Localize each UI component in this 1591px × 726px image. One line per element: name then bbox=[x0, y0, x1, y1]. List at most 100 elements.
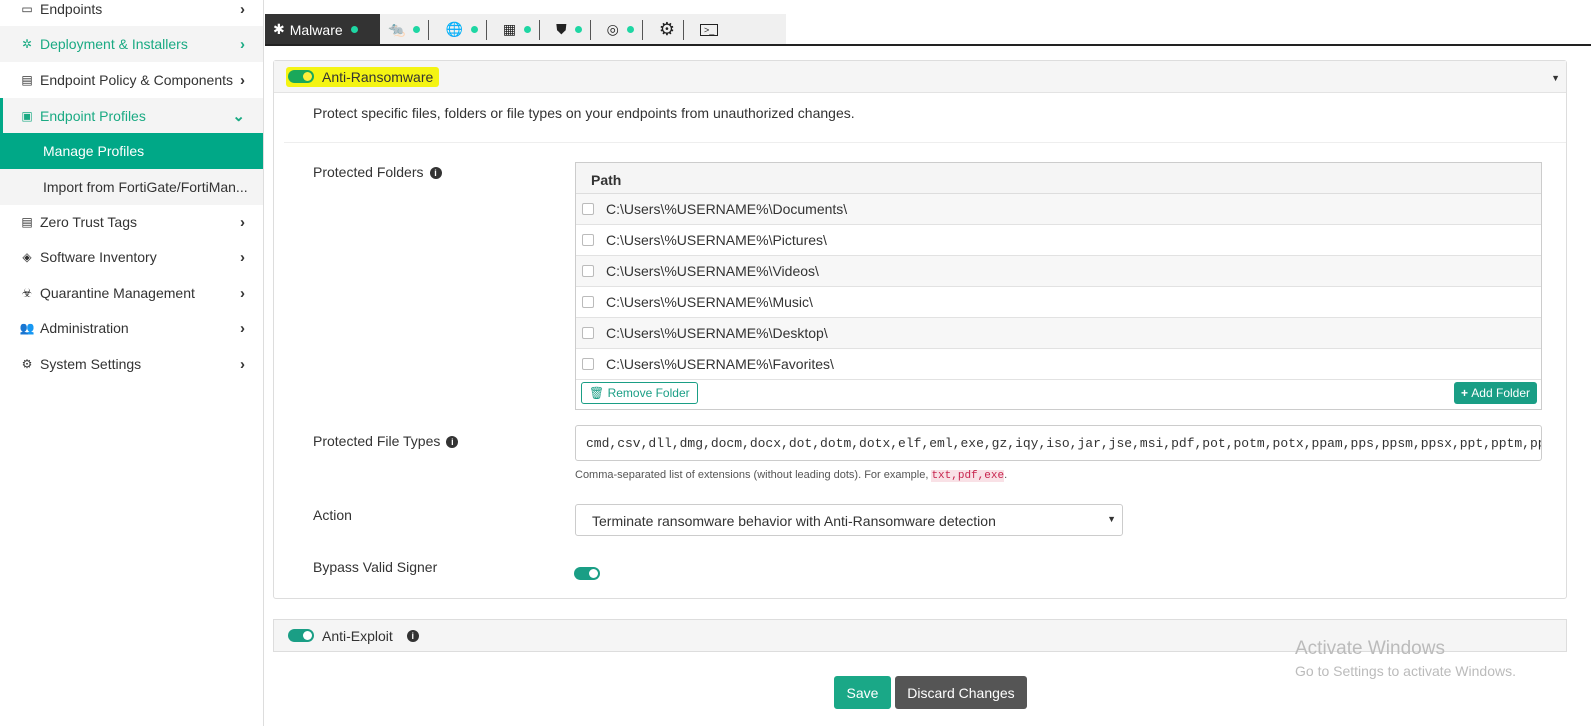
panel-title: Anti-Exploit bbox=[322, 627, 393, 644]
table-row[interactable]: C:\Users\%USERNAME%\Pictures\ bbox=[576, 225, 1541, 256]
discard-changes-button[interactable]: Discard Changes bbox=[895, 676, 1027, 709]
hint-text: Comma-separated list of extensions (with… bbox=[575, 469, 932, 481]
tab-malware[interactable]: ✱ Malware bbox=[265, 14, 380, 45]
panel-title: Anti-Ransomware bbox=[322, 68, 434, 85]
table-row[interactable]: C:\Users\%USERNAME%\Favorites\ bbox=[576, 349, 1541, 380]
chevron-right-icon: › bbox=[240, 213, 245, 231]
panel-description: Protect specific files, folders or file … bbox=[313, 105, 855, 121]
table-row[interactable]: C:\Users\%USERNAME%\Documents\ bbox=[576, 194, 1541, 225]
laptop-icon: ▭ bbox=[21, 2, 33, 16]
biohazard-icon: ☣ bbox=[21, 286, 33, 300]
anti-ransomware-toggle[interactable] bbox=[288, 70, 314, 83]
label: Endpoint Policy & Components bbox=[40, 72, 233, 88]
action-select[interactable]: Terminate ransomware behavior with Anti-… bbox=[575, 504, 1123, 536]
chevron-right-icon: › bbox=[240, 248, 245, 266]
bypass-valid-signer-toggle[interactable] bbox=[574, 567, 600, 580]
plus-icon: + bbox=[1460, 386, 1472, 400]
status-dot bbox=[413, 26, 421, 33]
label: Deployment & Installers bbox=[40, 36, 188, 52]
sidebar-item-policy[interactable]: ▤ Endpoint Policy & Components › bbox=[0, 62, 263, 98]
protected-folders-label: Protected Folders i bbox=[313, 164, 442, 180]
button-label: Remove Folder bbox=[607, 386, 690, 400]
sidebar: ▭ Endpoints › ✲ Deployment & Installers › ▤ E… bbox=[0, 0, 264, 726]
divider bbox=[428, 19, 430, 40]
tab-web-filter[interactable]: 🌐 bbox=[437, 14, 494, 45]
sidebar-item-import[interactable]: Import from FortiGate/FortiMan... bbox=[0, 169, 263, 205]
row-checkbox[interactable] bbox=[582, 296, 594, 308]
tab-vpn[interactable]: ⛊ bbox=[548, 14, 599, 45]
panel-header[interactable]: Anti-Ransomware ▼ bbox=[274, 61, 1566, 93]
anti-exploit-toggle[interactable] bbox=[288, 629, 314, 642]
tag-icon: ▤ bbox=[21, 215, 33, 229]
inventory-icon: ◈ bbox=[22, 250, 32, 264]
sidebar-item-endpoint-profiles[interactable]: ▣ Endpoint Profiles ⌄ bbox=[0, 98, 263, 134]
divider bbox=[589, 19, 591, 40]
chevron-right-icon: › bbox=[240, 71, 245, 89]
file-types-input[interactable]: cmd,csv,dll,dmg,docm,docx,dot,dotm,dotx,… bbox=[575, 425, 1542, 461]
row-checkbox[interactable] bbox=[582, 358, 594, 370]
selected-value: Terminate ransomware behavior with Anti-… bbox=[592, 513, 996, 529]
folder-path: C:\Users\%USERNAME%\Pictures\ bbox=[606, 232, 827, 248]
info-icon[interactable]: i bbox=[429, 167, 442, 179]
table-row[interactable]: C:\Users\%USERNAME%\Desktop\ bbox=[576, 318, 1541, 349]
profile-icon: ▣ bbox=[21, 109, 33, 123]
sidebar-item-quarantine[interactable]: ☣ Quarantine Management › bbox=[0, 275, 263, 311]
tab-underline bbox=[265, 44, 1591, 46]
row-checkbox[interactable] bbox=[582, 327, 594, 339]
chevron-down-icon: ⌄ bbox=[232, 108, 245, 125]
status-dot bbox=[350, 26, 358, 33]
label: Software Inventory bbox=[40, 249, 157, 265]
status-dot bbox=[574, 26, 582, 33]
column-header-path[interactable]: Path bbox=[576, 163, 1541, 194]
file-types-hint: Comma-separated list of extensions (with… bbox=[575, 469, 1007, 482]
sidebar-item-zero-trust-tags[interactable]: ▤ Zero Trust Tags › bbox=[0, 204, 263, 240]
divider bbox=[641, 19, 643, 40]
divider bbox=[539, 19, 541, 40]
sidebar-item-deployment[interactable]: ✲ Deployment & Installers › bbox=[0, 26, 263, 62]
tab-sandbox[interactable]: 🐀 bbox=[380, 14, 437, 45]
folder-path: C:\Users\%USERNAME%\Videos\ bbox=[606, 263, 819, 279]
info-icon[interactable]: i bbox=[446, 436, 459, 448]
row-checkbox[interactable] bbox=[582, 265, 594, 277]
table-row[interactable]: C:\Users\%USERNAME%\Music\ bbox=[576, 287, 1541, 318]
hint-example: txt,pdf,exe bbox=[931, 470, 1005, 482]
firewall-icon: ▦ bbox=[502, 21, 517, 37]
action-label: Action bbox=[313, 507, 352, 523]
caret-down-icon[interactable]: ▼ bbox=[1551, 73, 1560, 83]
divider bbox=[485, 19, 487, 40]
tab-label: Malware bbox=[289, 21, 343, 38]
tab-firewall[interactable]: ▦ bbox=[495, 14, 548, 45]
label: Import from FortiGate/FortiMan... bbox=[43, 179, 248, 195]
caret-down-icon: ▼ bbox=[1107, 514, 1116, 524]
label: Endpoint Profiles bbox=[40, 108, 146, 124]
sidebar-item-manage-profiles[interactable]: Manage Profiles bbox=[0, 133, 263, 169]
sidebar-item-administration[interactable]: 👥 Administration › bbox=[0, 310, 263, 346]
activation-watermark-text: Go to Settings to activate Windows. bbox=[1295, 663, 1516, 679]
status-dot bbox=[470, 26, 478, 33]
sidebar-item-software-inventory[interactable]: ◈ Software Inventory › bbox=[0, 239, 263, 275]
remove-folder-button[interactable]: 🗑 Remove Folder bbox=[581, 382, 698, 404]
table-row[interactable]: C:\Users\%USERNAME%\Videos\ bbox=[576, 256, 1541, 287]
folder-path: C:\Users\%USERNAME%\Desktop\ bbox=[606, 325, 828, 341]
info-icon[interactable]: i bbox=[406, 629, 419, 642]
radar-icon: ◎ bbox=[606, 21, 619, 37]
chevron-right-icon: › bbox=[240, 284, 245, 302]
sidebar-item-endpoints[interactable]: ▭ Endpoints › bbox=[0, 0, 263, 27]
row-checkbox[interactable] bbox=[582, 234, 594, 246]
chevron-right-icon: › bbox=[240, 319, 245, 337]
add-folder-button[interactable]: + Add Folder bbox=[1453, 382, 1537, 404]
trash-icon: 🗑 bbox=[589, 386, 608, 400]
label: Quarantine Management bbox=[40, 285, 195, 301]
row-checkbox[interactable] bbox=[582, 203, 594, 215]
tab-xml[interactable]: >_ bbox=[692, 14, 726, 45]
tab-vulnerability[interactable]: ◎ bbox=[599, 14, 651, 45]
tab-system-settings[interactable]: ⚙ bbox=[651, 14, 692, 45]
chevron-right-icon: › bbox=[240, 355, 245, 373]
folder-path: C:\Users\%USERNAME%\Documents\ bbox=[606, 201, 848, 217]
sidebar-item-system-settings[interactable]: ⚙ System Settings › bbox=[0, 346, 263, 382]
label: System Settings bbox=[40, 356, 142, 372]
highlight: Anti-Ransomware bbox=[286, 66, 440, 87]
save-button[interactable]: Save bbox=[834, 676, 891, 709]
folder-path: C:\Users\%USERNAME%\Favorites\ bbox=[606, 356, 834, 372]
divider bbox=[682, 19, 684, 40]
